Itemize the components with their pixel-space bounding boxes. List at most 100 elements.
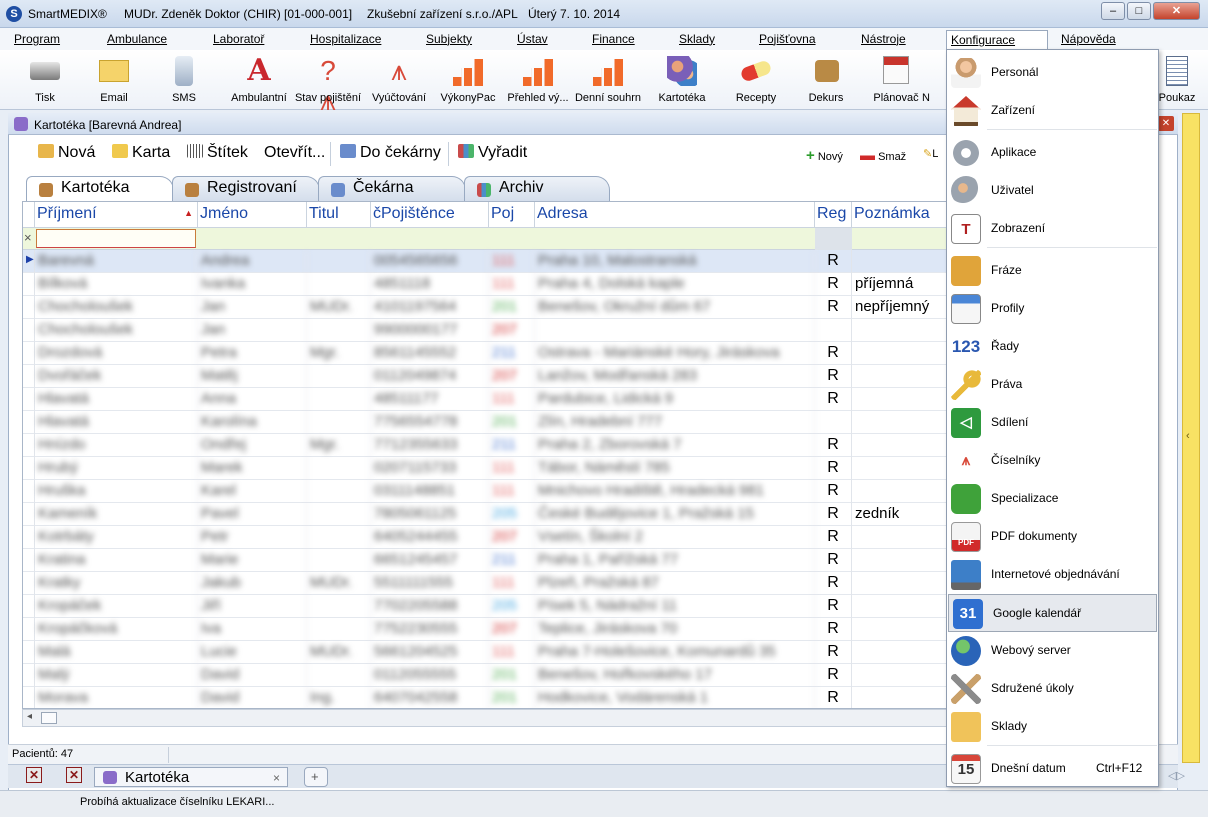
clear-filter-icon[interactable]: × xyxy=(24,230,32,245)
table-row[interactable]: Drozdová Petra Mgr. 8561145552 211 Ostrava - … xyxy=(23,342,947,365)
menu-item-19[interactable]: 15 Dnešní datum Ctrl+F12 xyxy=(947,750,1158,788)
tab-archiv[interactable]: Archiv xyxy=(464,176,610,202)
column-header-prijmeni[interactable]: Příjmení ▲ xyxy=(35,202,198,228)
table-row[interactable]: Hlavatá Anna 48511177 111 Pardubice, Lidická… xyxy=(23,388,947,411)
menu-hospitalizace[interactable]: Hospitalizace xyxy=(310,32,381,46)
document-tab-kartoteka[interactable]: Kartotéka × xyxy=(94,767,288,787)
ribbon-stav-pojisteni-button[interactable]: ?⩚ Stav pojištění xyxy=(293,50,363,116)
table-row[interactable]: Hnízdo Ondřej Mgr. 7712355633 211 Praha 2, Zb… xyxy=(23,434,947,457)
close-icon[interactable]: ✕ xyxy=(1158,116,1174,131)
cell-pozn xyxy=(852,365,947,388)
table-row[interactable]: Bílková Ivanka 4851118 111 Praha 4, Dolská k… xyxy=(23,273,947,296)
filter-prijmeni-input[interactable] xyxy=(36,229,196,248)
cell-reg xyxy=(815,319,852,342)
table-row[interactable]: Kratina Marie 6651245457 211 Praha 1, Pařížs… xyxy=(23,549,947,572)
maximize-button[interactable]: □ xyxy=(1127,2,1151,20)
column-header-poznamka[interactable]: Poznámka xyxy=(852,202,947,228)
menu-item-12[interactable]: Specializace xyxy=(947,480,1158,518)
menu-item-17[interactable]: Sdružené úkoly xyxy=(947,670,1158,708)
menu-pojistovna[interactable]: Pojišťovna xyxy=(759,32,816,46)
app-name: SmartMEDIX® xyxy=(28,7,107,21)
table-row[interactable]: Chocholoušek Jan MUDr. 4101197564 201 Benešov… xyxy=(23,296,947,319)
menu-laborator[interactable]: Laboratoř xyxy=(213,32,264,46)
table-row[interactable]: Dvořáček Matěj 0112049874 207 Lanžov, Modřan… xyxy=(23,365,947,388)
table-row[interactable]: Malý David 0112055555 201 Benešov, Hořkovské… xyxy=(23,664,947,687)
table-row[interactable]: ▶ Barevná Andrea 0054565656 111 Praha 10, Mal… xyxy=(23,250,947,273)
menu-finance[interactable]: Finance xyxy=(592,32,635,46)
menu-subjekty[interactable]: Subjekty xyxy=(426,32,472,46)
menu-nastroje[interactable]: Nástroje xyxy=(861,32,906,46)
close-button[interactable]: ✕ xyxy=(1153,2,1200,20)
column-header-poj[interactable]: Poj xyxy=(489,202,535,228)
menu-napoveda[interactable]: Nápověda xyxy=(1061,32,1116,46)
menu-item-4[interactable]: Uživatel xyxy=(947,172,1158,210)
menu-item-11[interactable]: ⩚ Číselníky xyxy=(947,442,1158,480)
table-row[interactable]: Kratky Jakub MUDr. 5511111555 111 Plzeň, Praž… xyxy=(23,572,947,595)
ribbon-kartoteka-button[interactable]: Kartotéka xyxy=(647,50,717,110)
karta-button[interactable]: Karta xyxy=(112,144,170,162)
new-tab-button[interactable]: + xyxy=(304,767,328,787)
menu-item-2[interactable]: Zařízení xyxy=(947,92,1158,130)
column-header-cpojistence[interactable]: čPojištěnce xyxy=(371,202,489,228)
menu-item-3[interactable]: Aplikace xyxy=(947,134,1158,172)
menu-program[interactable]: Program xyxy=(14,32,60,46)
smaz-button[interactable]: ▬ Smaž xyxy=(860,147,906,164)
column-header-titul[interactable]: Titul xyxy=(307,202,371,228)
horizontal-scrollbar[interactable]: ◂ xyxy=(22,709,948,727)
minimize-button[interactable]: – xyxy=(1101,2,1125,20)
column-header-adresa[interactable]: Adresa xyxy=(535,202,815,228)
table-row[interactable]: Hrubý Marek 0207115733 111 Tábor, Náměstí 78… xyxy=(23,457,947,480)
table-row[interactable]: Morava David Ing. 6407042558 201 Hodkovice, V… xyxy=(23,687,947,708)
menu-konfigurace[interactable]: Konfigurace xyxy=(946,30,1048,50)
table-row[interactable]: Kotrbáty Petr 6405244455 207 Vsetín, Školní … xyxy=(23,526,947,549)
menu-sklady[interactable]: Sklady xyxy=(679,32,715,46)
tab-cekarna[interactable]: Čekárna xyxy=(318,176,466,202)
table-row[interactable]: Kropáček Jiří 7702205588 205 Písek 5, Nádraž… xyxy=(23,595,947,618)
menu-item-10[interactable]: ◁ Sdílení xyxy=(947,404,1158,442)
menu-item-8[interactable]: 123 Řady xyxy=(947,328,1158,366)
ribbon-denni-souhrn-button[interactable]: Denní souhrn xyxy=(573,50,643,110)
edit-button[interactable]: ✎L xyxy=(923,147,938,160)
menu-item-14[interactable]: Internetové objednávání xyxy=(947,556,1158,594)
do-cekarny-button[interactable]: Do čekárny xyxy=(340,144,441,162)
menu-item-9[interactable]: Práva xyxy=(947,366,1158,404)
scroll-left-icon[interactable]: ◂ xyxy=(27,711,32,722)
vyradit-button[interactable]: Vyřadit xyxy=(458,144,527,162)
ribbon-sms-button[interactable]: SMS xyxy=(149,50,219,110)
menu-item-13[interactable]: PDF PDF dokumenty xyxy=(947,518,1158,556)
nova-button[interactable]: Nová xyxy=(38,144,95,162)
stitek-button[interactable]: Štítek xyxy=(187,144,248,162)
row-indicator xyxy=(23,388,35,411)
novy-button[interactable]: + Nový xyxy=(806,147,843,164)
menu-ustav[interactable]: Ústav xyxy=(517,32,548,46)
menu-item-15[interactable]: 31 Google kalendář xyxy=(948,594,1157,632)
konfigurace-menu: Personál Zařízení Aplikace Uživatel T Zobraze… xyxy=(946,49,1159,787)
menu-item-16[interactable]: Webový server xyxy=(947,632,1158,670)
menu-item-1[interactable]: Personál xyxy=(947,54,1158,92)
close-all-icon[interactable]: ✕ xyxy=(26,767,42,783)
table-row[interactable]: Kameník Pavel 7805061125 205 České Budějovic… xyxy=(23,503,947,526)
ribbon-n-button[interactable]: N xyxy=(912,50,942,110)
tab-registrovani[interactable]: Registrovaní xyxy=(172,176,320,202)
close-tab-icon[interactable]: × xyxy=(273,771,280,785)
menu-ambulance[interactable]: Ambulance xyxy=(107,32,167,46)
close-others-icon[interactable]: ✕ xyxy=(66,767,82,783)
menu-item-5[interactable]: T Zobrazení xyxy=(947,210,1158,248)
filter-reg[interactable] xyxy=(815,228,852,250)
scroll-thumb[interactable] xyxy=(41,712,57,724)
table-row[interactable]: Hlavatá Karolína 7756554778 201 Zlín, Hradeb… xyxy=(23,411,947,434)
cell-reg: R xyxy=(815,641,852,664)
menu-item-7[interactable]: Profily xyxy=(947,290,1158,328)
otevrit-button[interactable]: Otevřít... xyxy=(264,144,325,162)
column-header-jmeno[interactable]: Jméno xyxy=(198,202,307,228)
table-row[interactable]: Malá Lucie MUDr. 5661204525 111 Praha 7-Holeš… xyxy=(23,641,947,664)
table-row[interactable]: Kropáčková Iva 7752230555 207 Teplice, Jirás… xyxy=(23,618,947,641)
tab-scroll-icon[interactable]: ◁▷ xyxy=(1168,769,1185,782)
tab-kartoteka[interactable]: Kartotéka xyxy=(26,176,174,203)
side-panel-toggle[interactable]: ‹ xyxy=(1182,113,1200,763)
menu-item-6[interactable]: Fráze xyxy=(947,252,1158,290)
column-header-reg[interactable]: Reg xyxy=(815,202,852,228)
table-row[interactable]: Chocholoušek Jan 9900000177 207 xyxy=(23,319,947,342)
menu-item-18[interactable]: Sklady xyxy=(947,708,1158,746)
table-row[interactable]: Hruška Karel 0311148851 111 Mnichovo Hradišt… xyxy=(23,480,947,503)
